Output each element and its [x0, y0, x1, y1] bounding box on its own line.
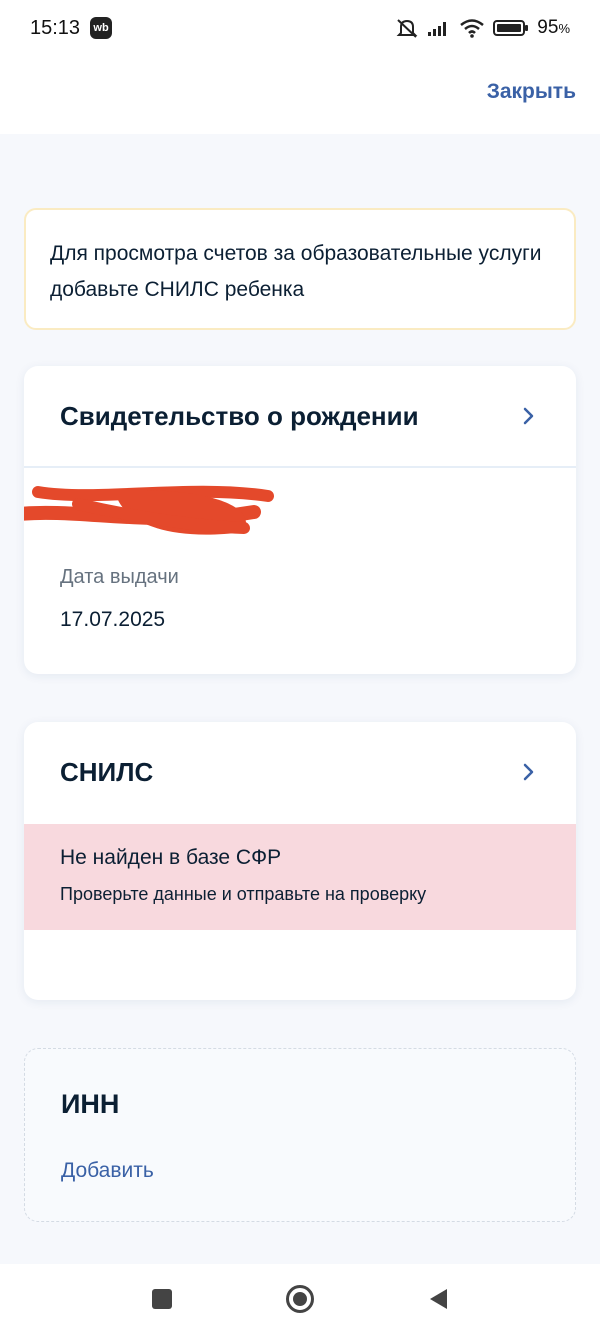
wb-app-icon: wb: [90, 17, 113, 39]
status-bar-left: 15:13 wb: [30, 16, 113, 40]
signal-icon: [427, 19, 451, 37]
back-button[interactable]: [421, 1282, 455, 1316]
mute-icon: [395, 17, 419, 39]
chevron-right-icon: [523, 763, 534, 781]
status-bar: 15:13 wb 95%: [0, 0, 600, 56]
close-button[interactable]: Закрыть: [487, 80, 576, 104]
wifi-icon: [459, 18, 485, 38]
issue-date-label: Дата выдачи: [60, 566, 179, 588]
circle-icon: [286, 1284, 314, 1313]
recents-button[interactable]: [145, 1282, 179, 1316]
chevron-right-icon: [523, 407, 534, 425]
inn-add-link[interactable]: Добавить: [61, 1159, 154, 1183]
notice-banner: Для просмотра счетов за образовательные …: [24, 208, 576, 330]
triangle-left-icon: [430, 1288, 447, 1309]
notice-text: Для просмотра счетов за образовательные …: [50, 242, 542, 301]
status-time: 15:13: [30, 16, 81, 39]
battery-percent: 95: [537, 17, 559, 38]
card-divider: [24, 466, 576, 468]
battery-level: 95%: [537, 17, 570, 39]
status-bar-right: 95%: [395, 17, 570, 39]
redaction-scribble: [24, 485, 274, 535]
inn-card: ИНН Добавить: [24, 1048, 576, 1222]
battery-icon: [493, 19, 529, 37]
birth-certificate-card: Свидетельство о рождении Дата выдачи 17.…: [24, 366, 576, 674]
snils-error-title: Не найден в базе СФР: [60, 846, 282, 869]
snils-error-box: Не найден в базе СФР Проверьте данные и …: [24, 824, 576, 930]
home-button[interactable]: [283, 1282, 317, 1316]
battery-unit: %: [558, 21, 570, 36]
square-icon: [152, 1288, 172, 1309]
snils-error-subtitle: Проверьте данные и отправьте на проверку: [60, 884, 427, 904]
navigation-bar: [0, 1264, 600, 1333]
snils-card: СНИЛС Не найден в базе СФР Проверьте дан…: [24, 722, 576, 1000]
inn-title: ИНН: [61, 1089, 120, 1119]
issue-date-value: 17.07.2025: [60, 608, 166, 631]
birth-certificate-header[interactable]: Свидетельство о рождении: [24, 366, 576, 466]
snils-header[interactable]: СНИЛС: [24, 722, 576, 822]
top-bar: Закрыть: [0, 56, 600, 134]
birth-certificate-title: Свидетельство о рождении: [60, 400, 419, 431]
snils-title: СНИЛС: [60, 756, 154, 787]
